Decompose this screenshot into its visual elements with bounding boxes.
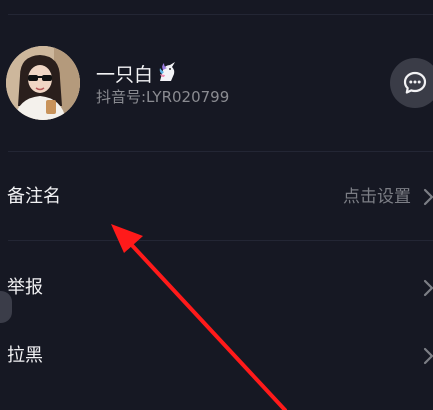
avatar-photo [6, 46, 80, 120]
top-divider [8, 14, 433, 15]
unicorn-icon [155, 60, 179, 90]
remark-divider [8, 240, 433, 241]
douyin-id: 抖音号:LYR020799 [96, 88, 230, 106]
chevron-right-icon [423, 188, 433, 206]
avatar[interactable] [6, 46, 80, 120]
floating-side-handle[interactable] [0, 291, 12, 323]
chat-button[interactable] [390, 58, 433, 108]
block-label: 拉黑 [7, 345, 43, 366]
remark-name-label: 备注名 [7, 186, 61, 207]
chevron-right-icon [423, 347, 433, 365]
remark-name-value: 点击设置 [343, 187, 411, 207]
nickname: 一只白 [96, 60, 179, 90]
profile-divider [8, 151, 433, 152]
remark-name-row[interactable]: 备注名 点击设置 [0, 167, 433, 227]
chat-bubble-icon [403, 71, 427, 94]
nickname-text: 一只白 [96, 64, 154, 86]
report-row[interactable]: 举报 [0, 258, 433, 318]
block-row[interactable]: 拉黑 [0, 326, 433, 386]
chevron-right-icon [423, 279, 433, 297]
report-label: 举报 [7, 277, 43, 298]
